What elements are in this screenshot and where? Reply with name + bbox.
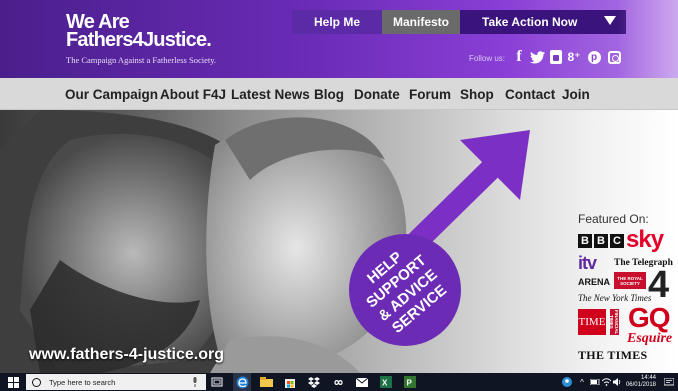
googleplus-icon[interactable]: 8⁺ bbox=[565, 48, 583, 66]
network-icon[interactable] bbox=[601, 373, 611, 391]
battery-icon[interactable] bbox=[590, 373, 600, 391]
help-me-button[interactable]: Help Me bbox=[292, 10, 382, 34]
clock-time: 14:44 bbox=[640, 375, 656, 381]
taskbar-search[interactable]: Type here to search bbox=[26, 374, 206, 390]
mail-icon[interactable] bbox=[354, 373, 370, 391]
nav-shop[interactable]: Shop bbox=[460, 87, 494, 102]
logo-line2[interactable]: Fathers4Justice. bbox=[66, 30, 212, 50]
esquire-logo: Esquire bbox=[627, 331, 673, 346]
nav-donate[interactable]: Donate bbox=[354, 87, 400, 102]
facebook-icon[interactable]: f bbox=[510, 48, 528, 66]
clock[interactable]: 14:44 06/01/2018 bbox=[624, 375, 656, 389]
help-me-label: Help Me bbox=[313, 15, 360, 29]
excel-icon[interactable]: X bbox=[378, 373, 394, 391]
follow-us-label: Follow us: bbox=[469, 54, 506, 63]
nav-about-f4j[interactable]: About F4J bbox=[160, 87, 226, 102]
channel4-logo: 4 bbox=[648, 264, 670, 306]
royal-society-logo: THE ROYAL SOCIETY bbox=[614, 272, 646, 289]
arena-logo: ARENA bbox=[578, 277, 611, 287]
chevron-down-icon[interactable] bbox=[604, 16, 616, 25]
nav-blog[interactable]: Blog bbox=[314, 87, 344, 102]
user-icon[interactable] bbox=[560, 373, 574, 391]
financial-times-logo: FINANCIAL TIMES bbox=[609, 309, 619, 335]
clock-date: 06/01/2018 bbox=[625, 382, 656, 388]
microphone-icon[interactable] bbox=[188, 373, 202, 391]
taskbar: Type here to search X P ^ 14:44 06/01/20… bbox=[0, 373, 678, 391]
twitter-icon[interactable] bbox=[528, 48, 546, 66]
volume-icon[interactable] bbox=[612, 373, 622, 391]
chevron-up-icon[interactable]: ^ bbox=[576, 373, 588, 391]
sky-logo: sky bbox=[626, 226, 664, 253]
logo-tagline: The Campaign Against a Fatherless Societ… bbox=[66, 55, 217, 65]
search-placeholder: Type here to search bbox=[49, 377, 116, 387]
nav-latest-news[interactable]: Latest News bbox=[231, 87, 310, 102]
take-action-label: Take Action Now bbox=[482, 15, 578, 29]
infinity-app-icon[interactable] bbox=[330, 373, 346, 391]
hero-banner: HELP SUPPORT & ADVICE SERVICE www.father… bbox=[0, 110, 678, 373]
project-icon[interactable]: P bbox=[402, 373, 418, 391]
bbc-logo: BBC bbox=[578, 234, 624, 248]
svg-text:P: P bbox=[407, 379, 413, 388]
dropbox-icon[interactable] bbox=[306, 373, 322, 391]
take-action-button[interactable]: Take Action Now bbox=[460, 10, 626, 34]
hero-photo: HELP SUPPORT & ADVICE SERVICE bbox=[0, 110, 530, 373]
notifications-icon[interactable] bbox=[662, 373, 676, 391]
store-icon[interactable] bbox=[282, 373, 298, 391]
windows-start-icon[interactable] bbox=[4, 373, 22, 391]
manifesto-label: Manifesto bbox=[392, 15, 449, 29]
edge-icon[interactable] bbox=[233, 373, 251, 391]
the-times-logo: THE TIMES bbox=[578, 348, 648, 362]
pinterest-icon[interactable]: p bbox=[585, 48, 603, 66]
featured-on-label: Featured On: bbox=[578, 212, 649, 226]
nav-our-campaign[interactable]: Our Campaign bbox=[65, 87, 158, 102]
manifesto-button[interactable]: Manifesto bbox=[382, 10, 460, 34]
nav-contact[interactable]: Contact bbox=[505, 87, 555, 102]
main-nav: Our Campaign About F4J Latest News Blog … bbox=[0, 78, 678, 110]
svg-text:X: X bbox=[382, 379, 388, 388]
nav-join[interactable]: Join bbox=[562, 87, 590, 102]
time-logo: TIME bbox=[578, 309, 606, 335]
site-header: We Are Fathers4Justice. The Campaign Aga… bbox=[0, 0, 678, 78]
itv-logo: itv bbox=[578, 253, 597, 273]
gq-logo: GQ bbox=[628, 302, 671, 333]
nav-forum[interactable]: Forum bbox=[409, 87, 451, 102]
instagram-icon[interactable] bbox=[605, 48, 623, 66]
site-url[interactable]: www.fathers-4-justice.org bbox=[29, 346, 224, 364]
cortana-icon bbox=[32, 377, 41, 387]
youtube-icon[interactable] bbox=[547, 48, 565, 66]
file-explorer-icon[interactable] bbox=[258, 373, 274, 391]
task-view-icon[interactable] bbox=[209, 373, 225, 391]
